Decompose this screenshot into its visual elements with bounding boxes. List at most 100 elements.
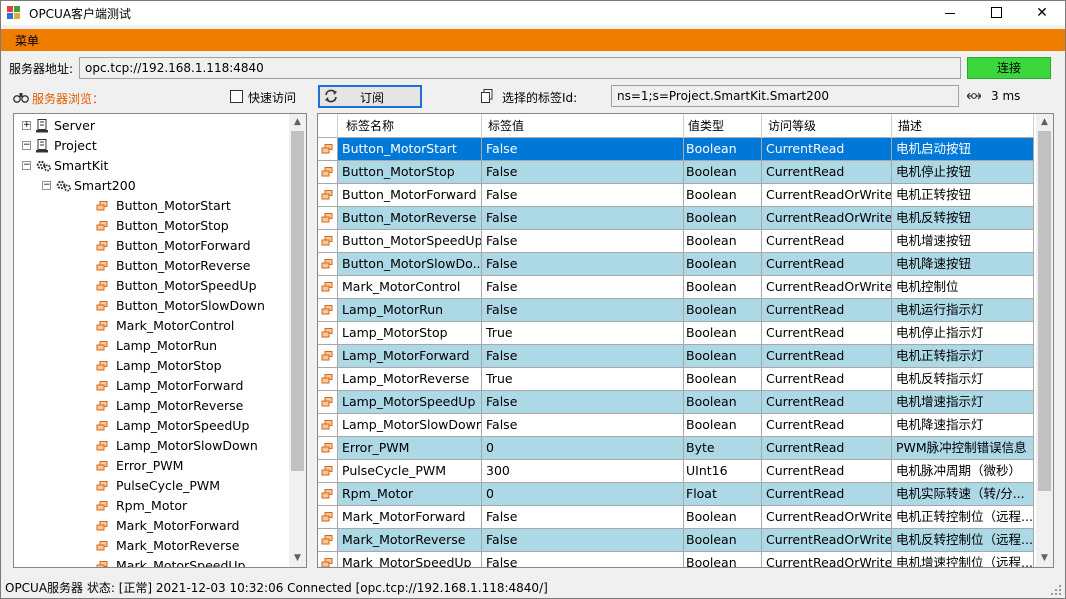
table-cell[interactable]: Button_MotorReverse bbox=[338, 207, 482, 229]
row-header[interactable] bbox=[318, 506, 338, 528]
row-header[interactable] bbox=[318, 368, 338, 390]
table-cell[interactable]: 电机降速按钮 bbox=[892, 253, 1034, 275]
close-button[interactable]: ✕ bbox=[1019, 1, 1065, 25]
table-cell[interactable]: Lamp_MotorSpeedUp bbox=[338, 391, 482, 413]
table-cell[interactable]: False bbox=[482, 184, 684, 206]
table-cell[interactable]: Boolean bbox=[682, 161, 762, 183]
table-row[interactable]: Lamp_MotorSlowDown False Boolean CurrentRea… bbox=[318, 414, 1034, 437]
table-cell[interactable]: CurrentReadOrWrite bbox=[762, 276, 892, 298]
table-row[interactable]: PulseCycle_PWM 300 UInt16 CurrentRead 电机脉冲周期… bbox=[318, 460, 1034, 483]
table-cell[interactable]: Boolean bbox=[682, 276, 762, 298]
table-cell[interactable]: 电机实际转速（转/分... bbox=[892, 483, 1034, 505]
table-cell[interactable]: Boolean bbox=[682, 414, 762, 436]
server-tree[interactable]: ▲ ▼ + Server − Project − SmartKit − Smart200 But… bbox=[13, 113, 307, 568]
table-cell[interactable]: 电机运行指示灯 bbox=[892, 299, 1034, 321]
table-cell[interactable]: False bbox=[482, 414, 684, 436]
table-cell[interactable]: 电机增速控制位（远程... bbox=[892, 552, 1034, 567]
table-row[interactable]: Lamp_MotorReverse True Boolean CurrentRead 电… bbox=[318, 368, 1034, 391]
table-cell[interactable]: Error_PWM bbox=[338, 437, 482, 459]
table-cell[interactable]: Boolean bbox=[682, 552, 762, 567]
tree-node[interactable]: Button_MotorForward bbox=[14, 236, 286, 256]
table-cell[interactable]: CurrentRead bbox=[762, 299, 892, 321]
scroll-up-icon[interactable]: ▲ bbox=[289, 114, 306, 131]
table-cell[interactable]: CurrentRead bbox=[762, 437, 892, 459]
table-cell[interactable]: False bbox=[482, 552, 684, 567]
table-cell[interactable]: 电机脉冲周期（微秒） bbox=[892, 460, 1034, 482]
grid-scrollbar[interactable]: ▲ ▼ bbox=[1036, 114, 1053, 567]
row-header[interactable] bbox=[318, 414, 338, 436]
table-cell[interactable]: False bbox=[482, 253, 684, 275]
table-cell[interactable]: Boolean bbox=[682, 368, 762, 390]
table-cell[interactable]: PWM脉冲控制错误信息 bbox=[892, 437, 1034, 459]
tree-scroll-thumb[interactable] bbox=[291, 131, 304, 471]
tree-node[interactable]: − Smart200 bbox=[14, 176, 286, 196]
table-row[interactable]: Lamp_MotorForward False Boolean CurrentRead… bbox=[318, 345, 1034, 368]
tree-node[interactable]: PulseCycle_PWM bbox=[14, 476, 286, 496]
table-cell[interactable]: Boolean bbox=[682, 230, 762, 252]
table-cell[interactable]: CurrentReadOrWrite bbox=[762, 207, 892, 229]
table-cell[interactable]: False bbox=[482, 299, 684, 321]
table-cell[interactable]: 电机停止指示灯 bbox=[892, 322, 1034, 344]
row-header[interactable] bbox=[318, 529, 338, 551]
tree-node[interactable]: Lamp_MotorSlowDown bbox=[14, 436, 286, 456]
table-cell[interactable]: CurrentRead bbox=[762, 322, 892, 344]
table-cell[interactable]: Button_MotorStop bbox=[338, 161, 482, 183]
maximize-button[interactable] bbox=[973, 1, 1019, 25]
table-cell[interactable]: Button_MotorSpeedUp bbox=[338, 230, 482, 252]
tree-node[interactable]: Lamp_MotorStop bbox=[14, 356, 286, 376]
tree-node[interactable]: Error_PWM bbox=[14, 456, 286, 476]
table-cell[interactable]: False bbox=[482, 230, 684, 252]
row-header[interactable] bbox=[318, 230, 338, 252]
row-header[interactable] bbox=[318, 483, 338, 505]
table-cell[interactable]: 0 bbox=[482, 483, 684, 505]
table-cell[interactable]: False bbox=[482, 506, 684, 528]
table-cell[interactable]: Lamp_MotorReverse bbox=[338, 368, 482, 390]
table-cell[interactable]: CurrentRead bbox=[762, 483, 892, 505]
tree-node[interactable]: Button_MotorSpeedUp bbox=[14, 276, 286, 296]
table-cell[interactable]: Boolean bbox=[682, 184, 762, 206]
table-cell[interactable]: Boolean bbox=[682, 391, 762, 413]
scroll-down-icon[interactable]: ▼ bbox=[289, 550, 306, 567]
table-cell[interactable]: False bbox=[482, 161, 684, 183]
table-cell[interactable]: 电机反转指示灯 bbox=[892, 368, 1034, 390]
table-row[interactable]: Error_PWM 0 Byte CurrentRead PWM脉冲控制错误信息 bbox=[318, 437, 1034, 460]
table-cell[interactable]: True bbox=[482, 322, 684, 344]
menu-item-main[interactable]: 菜单 bbox=[15, 32, 39, 49]
column-header[interactable]: 访问等级 bbox=[762, 114, 892, 138]
tree-scrollbar[interactable]: ▲ ▼ bbox=[289, 114, 306, 567]
table-row[interactable]: Mark_MotorSpeedUp False Boolean CurrentRead… bbox=[318, 552, 1034, 567]
table-cell[interactable]: Boolean bbox=[682, 322, 762, 344]
table-row[interactable]: Mark_MotorForward False Boolean CurrentRead… bbox=[318, 506, 1034, 529]
table-row[interactable]: Mark_MotorReverse False Boolean CurrentRead… bbox=[318, 529, 1034, 552]
table-cell[interactable]: 电机正转指示灯 bbox=[892, 345, 1034, 367]
row-header[interactable] bbox=[318, 207, 338, 229]
table-cell[interactable]: CurrentReadOrWrite bbox=[762, 506, 892, 528]
table-cell[interactable]: False bbox=[482, 529, 684, 551]
row-header[interactable] bbox=[318, 161, 338, 183]
table-cell[interactable]: 电机降速指示灯 bbox=[892, 414, 1034, 436]
table-row[interactable]: Button_MotorSpeedUp False Boolean CurrentRe… bbox=[318, 230, 1034, 253]
table-cell[interactable]: 电机启动按钮 bbox=[892, 138, 1034, 160]
row-header[interactable] bbox=[318, 253, 338, 275]
row-header[interactable] bbox=[318, 460, 338, 482]
table-cell[interactable]: CurrentRead bbox=[762, 460, 892, 482]
table-cell[interactable]: CurrentRead bbox=[762, 414, 892, 436]
table-cell[interactable]: Boolean bbox=[682, 138, 762, 160]
table-cell[interactable]: False bbox=[482, 391, 684, 413]
table-cell[interactable]: Lamp_MotorRun bbox=[338, 299, 482, 321]
column-header[interactable]: 标签名称 bbox=[338, 114, 482, 138]
scroll-down-icon[interactable]: ▼ bbox=[1036, 550, 1053, 567]
table-cell[interactable]: 电机增速按钮 bbox=[892, 230, 1034, 252]
table-row[interactable]: Lamp_MotorStop True Boolean CurrentRead 电机停止… bbox=[318, 322, 1034, 345]
table-cell[interactable]: CurrentRead bbox=[762, 368, 892, 390]
row-header[interactable] bbox=[318, 138, 338, 160]
tree-node[interactable]: Mark_MotorControl bbox=[14, 316, 286, 336]
server-address-input[interactable]: opc.tcp://192.168.1.118:4840 bbox=[79, 57, 961, 79]
table-cell[interactable]: Button_MotorSlowDo... bbox=[338, 253, 482, 275]
row-header[interactable] bbox=[318, 391, 338, 413]
table-cell[interactable]: CurrentReadOrWrite bbox=[762, 552, 892, 567]
minimize-button[interactable] bbox=[927, 1, 973, 25]
row-header[interactable] bbox=[318, 552, 338, 567]
table-cell[interactable]: Mark_MotorReverse bbox=[338, 529, 482, 551]
tree-node[interactable]: Mark_MotorSpeedUp bbox=[14, 556, 286, 567]
